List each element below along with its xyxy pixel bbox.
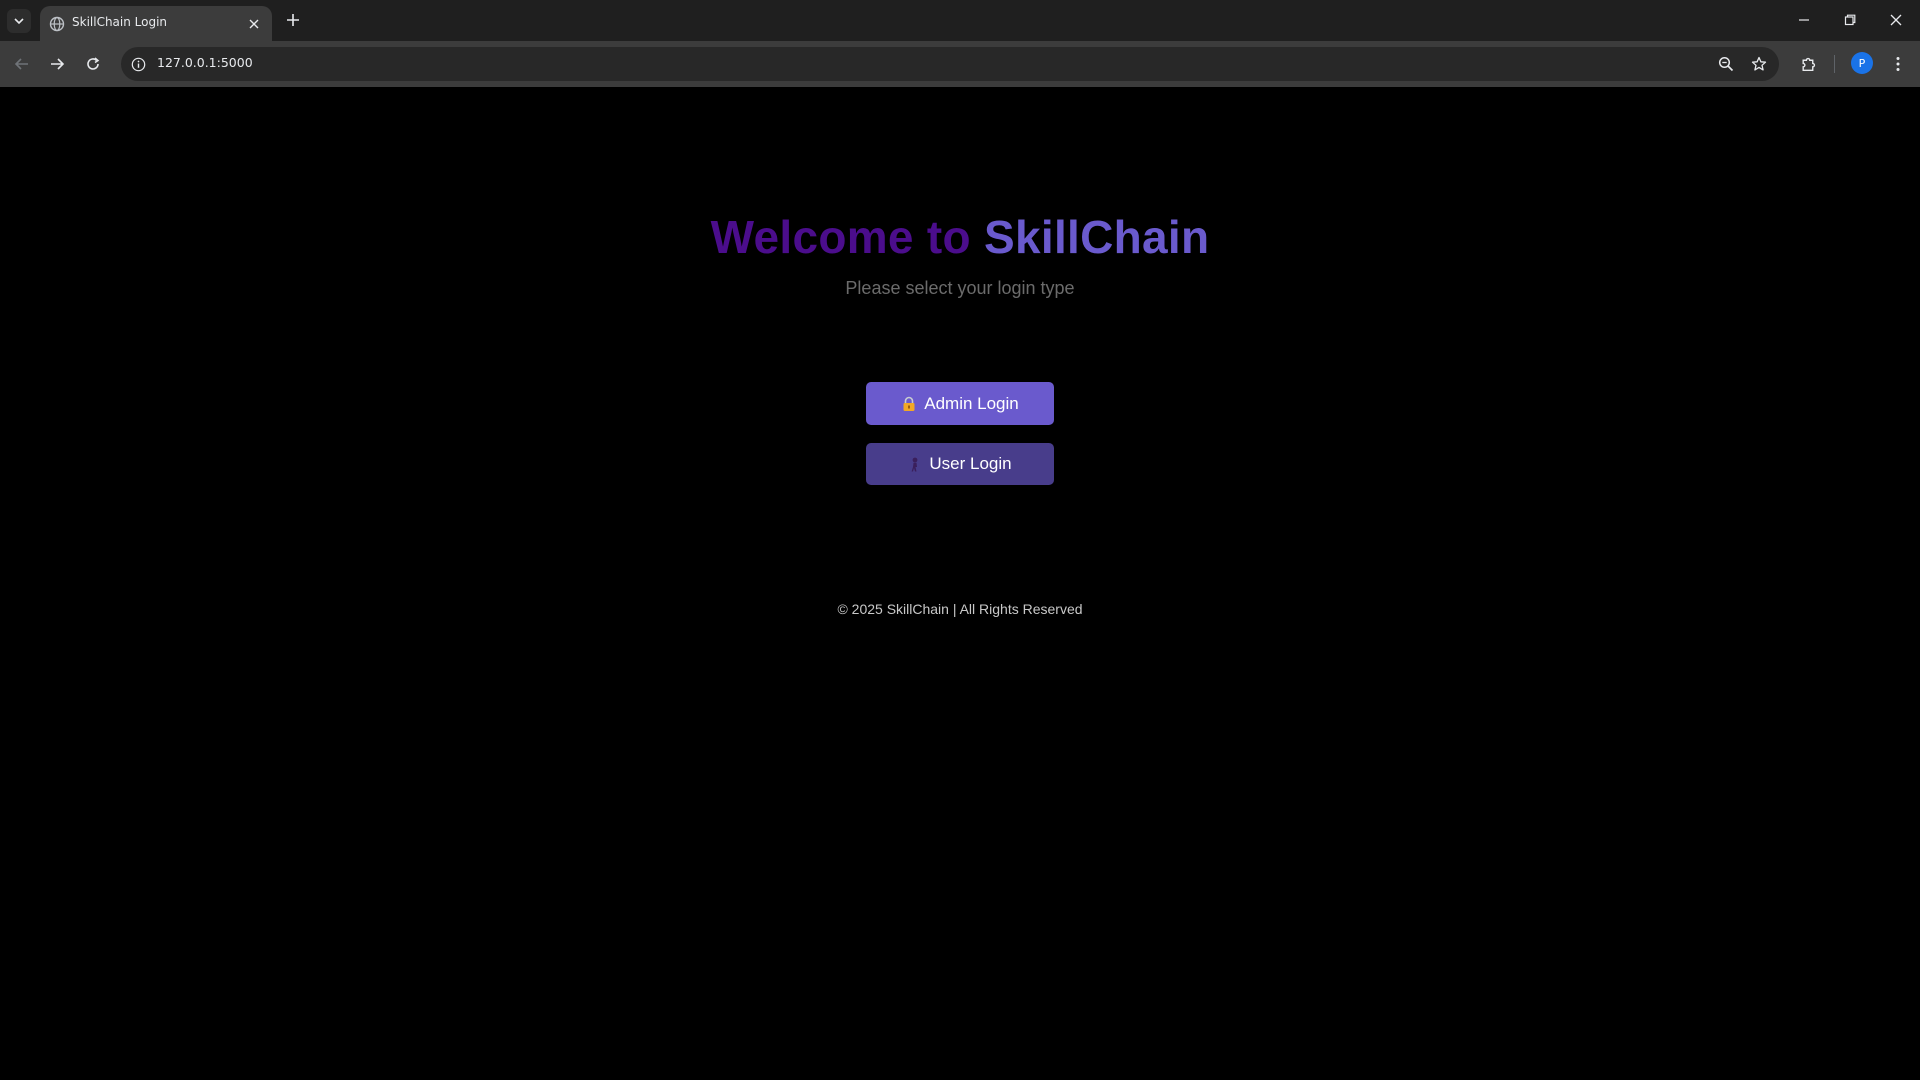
restore-button[interactable] bbox=[1830, 6, 1870, 34]
minimize-icon bbox=[1799, 19, 1809, 21]
back-button[interactable] bbox=[8, 50, 36, 78]
chevron-down-icon bbox=[14, 18, 24, 25]
footer-copyright: © 2025 SkillChain | All Rights Reserved bbox=[837, 601, 1083, 617]
arrow-left-icon bbox=[14, 58, 28, 70]
admin-login-label: Admin Login bbox=[924, 393, 1019, 413]
close-window-button[interactable] bbox=[1876, 6, 1916, 34]
tab-search-button[interactable] bbox=[7, 9, 31, 33]
reload-icon bbox=[87, 57, 100, 70]
title-welcome: Welcome to bbox=[710, 211, 971, 263]
tab-active[interactable]: SkillChain Login bbox=[40, 6, 272, 41]
close-icon bbox=[1890, 14, 1902, 26]
close-icon bbox=[249, 19, 259, 29]
user-login-label: User Login bbox=[929, 454, 1012, 473]
address-bar[interactable]: 127.0.0.1:5000 bbox=[121, 47, 1779, 81]
restore-icon bbox=[1844, 14, 1856, 26]
puzzle-icon bbox=[1801, 57, 1815, 71]
page-content: Welcome to SkillChain Please select your… bbox=[0, 87, 1920, 1080]
tab-close-button[interactable] bbox=[244, 14, 264, 34]
arrow-right-icon bbox=[51, 58, 65, 70]
reload-button[interactable] bbox=[79, 50, 107, 78]
user-login-button[interactable]: User Login bbox=[866, 443, 1054, 485]
globe-icon bbox=[49, 16, 65, 32]
tab-strip: SkillChain Login bbox=[0, 0, 1920, 41]
site-info-button[interactable] bbox=[129, 55, 147, 73]
more-vertical-icon bbox=[1896, 57, 1900, 71]
admin-login-button[interactable]: Admin Login bbox=[866, 382, 1054, 425]
page-subtitle: Please select your login type bbox=[845, 278, 1075, 298]
plus-icon bbox=[287, 14, 299, 26]
browser-toolbar: 127.0.0.1:5000 P bbox=[0, 41, 1920, 87]
zoom-button[interactable] bbox=[1715, 53, 1737, 75]
minimize-button[interactable] bbox=[1784, 6, 1824, 34]
page-title: Welcome to SkillChain bbox=[0, 210, 1920, 264]
browser-chrome: SkillChain Login 127.0.0.1:5000 P bbox=[0, 0, 1920, 87]
extensions-button[interactable] bbox=[1794, 50, 1822, 78]
title-brand: SkillChain bbox=[984, 211, 1210, 263]
menu-button[interactable] bbox=[1884, 50, 1912, 78]
person-icon bbox=[908, 456, 922, 472]
lock-icon bbox=[901, 396, 917, 412]
toolbar-divider bbox=[1834, 55, 1835, 73]
bookmark-button[interactable] bbox=[1748, 53, 1770, 75]
zoom-icon bbox=[1718, 56, 1734, 72]
star-icon bbox=[1751, 56, 1767, 71]
new-tab-button[interactable] bbox=[281, 8, 305, 32]
forward-button[interactable] bbox=[43, 50, 71, 78]
info-icon bbox=[131, 57, 145, 71]
url-text: 127.0.0.1:5000 bbox=[157, 55, 253, 70]
tab-title: SkillChain Login bbox=[72, 15, 168, 29]
profile-avatar[interactable]: P bbox=[1851, 52, 1873, 74]
